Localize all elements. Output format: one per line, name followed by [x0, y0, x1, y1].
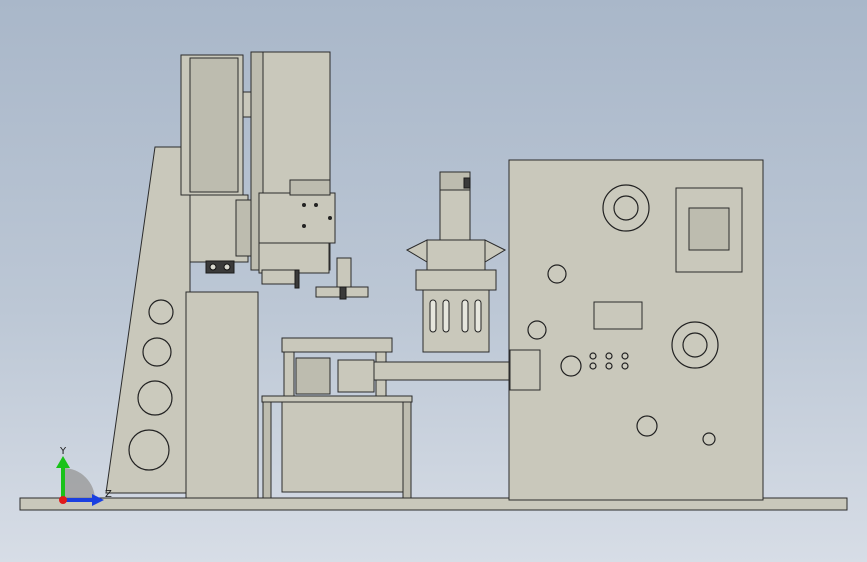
y-arrow-head — [56, 456, 70, 468]
triad-shading — [63, 468, 95, 500]
y-axis-label: Y — [59, 446, 67, 457]
z-axis-label: Z — [105, 489, 112, 500]
triad-origin — [59, 496, 67, 504]
z-arrow-head — [92, 494, 104, 506]
cad-viewport[interactable]: Y Z — [0, 0, 867, 562]
coordinate-triad: Y Z — [56, 446, 112, 506]
